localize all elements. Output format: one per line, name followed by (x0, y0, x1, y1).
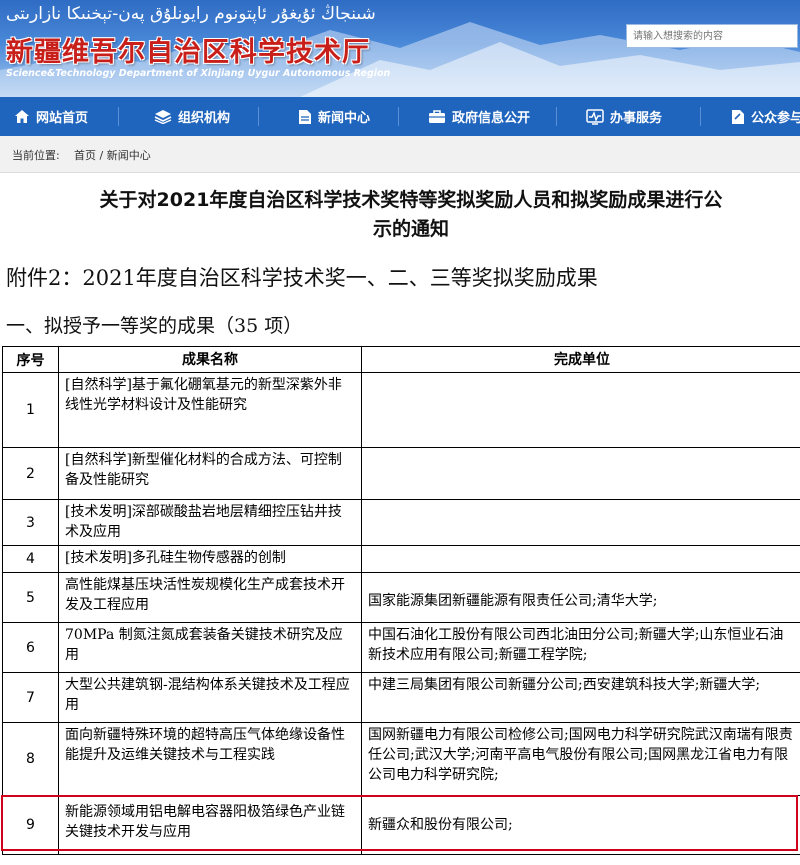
row-unit: 新疆众和股份有限公司; (361, 795, 800, 854)
nav-label: 公众参与 (751, 111, 800, 126)
site-english-title: Science&Technology Department of Xinjian… (6, 68, 391, 79)
row-no: 3 (2, 499, 58, 545)
nav-divider (556, 107, 557, 126)
home-icon (15, 110, 29, 123)
nav-divider (118, 107, 119, 126)
row-name: [技术发明]多孔硅生物传感器的创制 (58, 545, 361, 572)
table-row: 7 大型公共建筑钢-混结构体系关键技术及工程应用 中建三局集团有限公司新疆分公司… (2, 672, 800, 722)
row-unit: 国网新疆电力有限公司检修公司;国网电力科学研究院武汉南瑞有限责任公司;武汉大学;… (361, 722, 800, 795)
nav-item-public[interactable]: 公众参与 (731, 97, 800, 136)
row-no: 7 (2, 672, 58, 722)
breadcrumb: 当前位置: 首页 / 新闻中心 (0, 136, 800, 173)
row-no: 9 (2, 795, 58, 854)
pulse-icon (586, 108, 604, 125)
table-row: 1 [自然科学]基于氟化硼氧基元的新型深紫外非线性光学材料设计及性能研究 (2, 372, 800, 447)
header-name: 成果名称 (58, 346, 361, 372)
table-row: 9 新能源领域用铝电解电容器阳极箔绿色产业链关键技术开发与应用 新疆众和股份有限… (2, 795, 800, 855)
site-title[interactable]: 新疆维吾尔自治区科学技术厅 (6, 30, 370, 69)
row-no: 6 (2, 622, 58, 672)
page-title-line: 关于对2021年度自治区科学技术奖特等奖拟奖励人员和拟奖励成果进行公 (99, 189, 723, 211)
nav-label: 办事服务 (610, 111, 663, 126)
table-row: 4 [技术发明]多孔硅生物传感器的创制 (2, 545, 800, 572)
row-name: [技术发明]深部碳酸盐岩地层精细控压钻井技术及应用 (58, 499, 361, 545)
doc-edit-icon (732, 109, 744, 124)
row-unit (361, 545, 800, 572)
row-unit (361, 372, 800, 447)
table-header-row: 序号 成果名称 完成单位 (2, 346, 800, 372)
row-no: 2 (2, 447, 58, 499)
table-row: 2 [自然科学]新型催化材料的合成方法、可控制备及性能研究 (2, 447, 800, 499)
nav-label: 政府信息公开 (452, 111, 531, 126)
table-row: 3 [技术发明]深部碳酸盐岩地层精细控压钻井技术及应用 (2, 499, 800, 545)
breadcrumb-prefix: 当前位置: (12, 149, 60, 162)
row-unit (361, 499, 800, 545)
nav-item-home[interactable]: 网站首页 (14, 97, 88, 136)
row-no: 4 (2, 545, 58, 572)
table-row: 8 面向新疆特殊环境的超特高压气体绝缘设备性能提升及运维关键技术与工程实践 国网… (2, 722, 800, 795)
nav-divider (700, 107, 701, 126)
row-unit (361, 447, 800, 499)
nav-label: 新闻中心 (318, 111, 371, 126)
search-input[interactable] (626, 24, 798, 48)
table-row: 6 70MPa 制氮注氮成套装备关键技术研究及应用 中国石油化工股份有限公司西北… (2, 622, 800, 672)
row-unit: 中国石油化工股份有限公司西北油田分公司;新疆大学;山东恒业石油新技术应用有限公司… (361, 622, 800, 672)
row-no: 8 (2, 722, 58, 795)
nav-item-news[interactable]: 新闻中心 (298, 97, 370, 136)
header-unit: 完成单位 (361, 346, 800, 372)
row-name: 大型公共建筑钢-混结构体系关键技术及工程应用 (58, 672, 361, 722)
nav-item-services[interactable]: 办事服务 (586, 97, 662, 136)
main-nav: 网站首页 组织机构 新闻中心 政府信息公开 办事服务 公众参与 (0, 97, 800, 136)
row-unit: 国家能源集团新疆能源有限责任公司;清华大学; (361, 572, 800, 622)
row-name: 高性能煤基压块活性炭规模化生产成套技术开发及工程应用 (58, 572, 361, 622)
nav-divider (398, 107, 399, 126)
nav-label: 组织机构 (178, 111, 231, 126)
nav-item-organization[interactable]: 组织机构 (154, 97, 230, 136)
row-name: [自然科学]新型催化材料的合成方法、可控制备及性能研究 (58, 447, 361, 499)
row-name: [自然科学]基于氟化硼氧基元的新型深紫外非线性光学材料设计及性能研究 (58, 372, 361, 447)
nav-divider (258, 107, 259, 126)
document-icon (299, 109, 311, 124)
attachment-heading: 附件2：2021年度自治区科学技术奖一、二、三等奖拟奖励成果 (6, 266, 598, 290)
row-name: 新能源领域用铝电解电容器阳极箔绿色产业链关键技术开发与应用 (58, 795, 361, 854)
nav-label: 网站首页 (36, 111, 89, 126)
row-name: 面向新疆特殊环境的超特高压气体绝缘设备性能提升及运维关键技术与工程实践 (58, 722, 361, 795)
header-banner: شىنجاڭ ئۇيغۇر ئاپتونوم رايونلۇق پەن-تېخن… (0, 0, 800, 97)
layers-icon (154, 110, 172, 124)
breadcrumb-path[interactable]: 首页 / 新闻中心 (74, 147, 151, 163)
row-name: 70MPa 制氮注氮成套装备关键技术研究及应用 (58, 622, 361, 672)
nav-item-gov-info[interactable]: 政府信息公开 (428, 97, 530, 136)
table-row: 5 高性能煤基压块活性炭规模化生产成套技术开发及工程应用 国家能源集团新疆能源有… (2, 572, 800, 622)
page-title-line: 示的通知 (372, 218, 449, 240)
header-no: 序号 (2, 346, 58, 372)
row-no: 1 (2, 372, 58, 447)
page-title: 关于对2021年度自治区科学技术奖特等奖拟奖励人员和拟奖励成果进行公 示的通知 (0, 186, 800, 244)
uyghur-title: شىنجاڭ ئۇيغۇر ئاپتونوم رايونلۇق پەن-تېخن… (6, 4, 376, 24)
briefcase-icon (429, 110, 445, 123)
row-unit: 中建三局集团有限公司新疆分公司;西安建筑科技大学;新疆大学; (361, 672, 800, 722)
section-heading: 一、拟授予一等奖的成果（35 项） (6, 315, 303, 337)
row-no: 5 (2, 572, 58, 622)
